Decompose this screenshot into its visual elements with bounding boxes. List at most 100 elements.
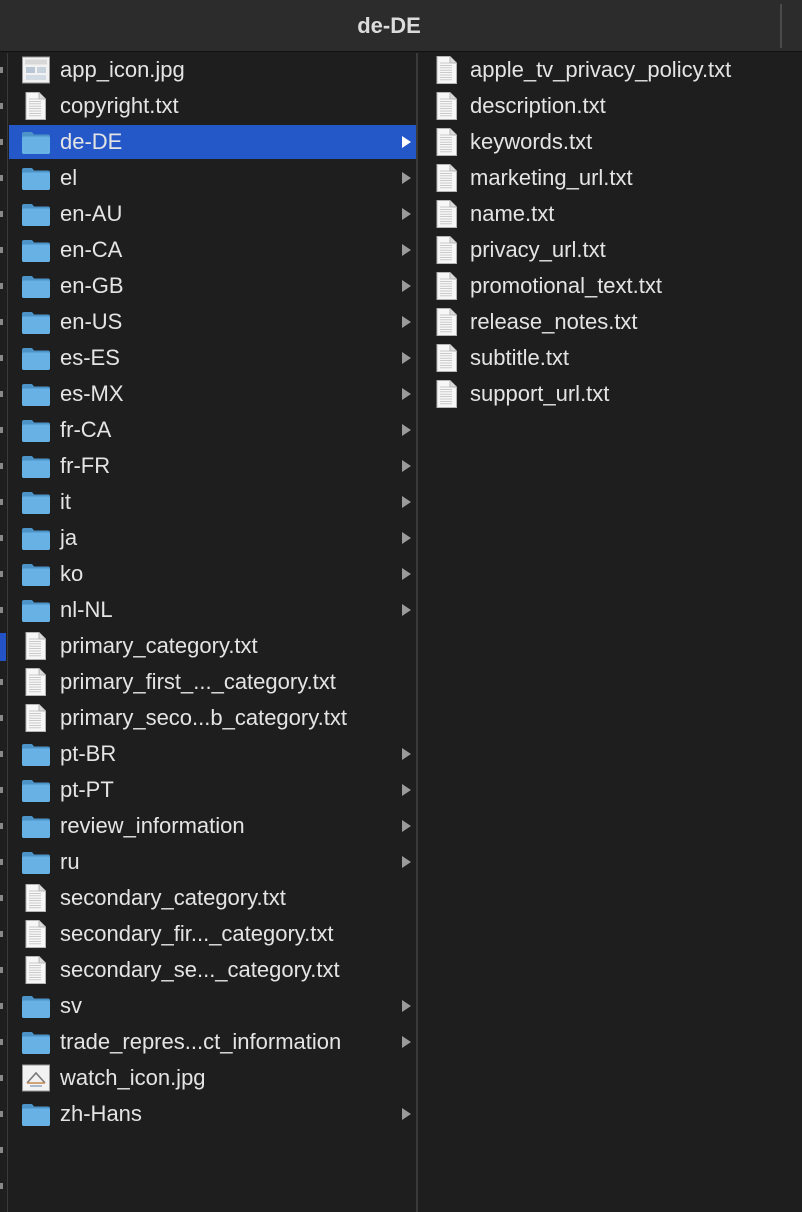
file-row[interactable]: secondary_se..._category.txt <box>9 953 416 987</box>
folder-icon <box>21 344 51 372</box>
folder-icon <box>21 992 51 1020</box>
file-row[interactable]: release_notes.txt <box>418 305 802 339</box>
file-row[interactable]: secondary_category.txt <box>9 881 416 915</box>
file-row[interactable]: keywords.txt <box>418 125 802 159</box>
folder-row[interactable]: nl-NL <box>9 593 416 627</box>
item-label: pt-BR <box>60 741 117 766</box>
file-row[interactable]: description.txt <box>418 89 802 123</box>
file-row[interactable]: marketing_url.txt <box>418 161 802 195</box>
previous-column-chevron <box>0 67 3 73</box>
chevron-right-icon <box>400 818 412 834</box>
column-browser-column-2: apple_tv_privacy_policy.txt description.t… <box>418 53 802 1212</box>
folder-row[interactable]: pt-BR <box>9 737 416 771</box>
previous-column-chevron <box>0 571 3 577</box>
item-label: secondary_se..._category.txt <box>60 957 340 982</box>
text-document-icon <box>21 632 51 660</box>
item-label: trade_repres...ct_information <box>60 1029 342 1054</box>
item-label: watch_icon.jpg <box>60 1065 206 1090</box>
folder-icon <box>21 848 51 876</box>
item-label: promotional_text.txt <box>470 273 662 298</box>
file-row[interactable]: apple_tv_privacy_policy.txt <box>418 53 802 87</box>
item-label: primary_category.txt <box>60 633 258 658</box>
chevron-right-icon <box>400 998 412 1014</box>
folder-row[interactable]: sv <box>9 989 416 1023</box>
image-thumbnail-icon <box>21 1064 51 1092</box>
item-label: sv <box>60 993 82 1018</box>
folder-row[interactable]: trade_repres...ct_information <box>9 1025 416 1059</box>
file-row[interactable]: subtitle.txt <box>418 341 802 375</box>
text-document-icon <box>21 668 51 696</box>
folder-row[interactable]: ru <box>9 845 416 879</box>
item-label: description.txt <box>470 93 606 118</box>
text-document-icon <box>432 236 462 264</box>
item-label: ja <box>60 525 78 550</box>
previous-column-edge[interactable] <box>0 53 8 1212</box>
previous-column-chevron <box>0 1003 3 1009</box>
item-label: ru <box>60 849 80 874</box>
chevron-right-icon <box>400 170 412 186</box>
folder-icon <box>21 776 51 804</box>
item-label: keywords.txt <box>470 129 593 154</box>
item-label: review_information <box>60 813 245 838</box>
folder-row[interactable]: es-MX <box>9 377 416 411</box>
chevron-right-icon <box>400 1106 412 1122</box>
item-label: ko <box>60 561 84 586</box>
folder-icon <box>21 740 51 768</box>
folder-icon <box>21 272 51 300</box>
file-row[interactable]: name.txt <box>418 197 802 231</box>
file-row[interactable]: watch_icon.jpg <box>9 1061 416 1095</box>
folder-row[interactable]: review_information <box>9 809 416 843</box>
file-row[interactable]: secondary_fir..._category.txt <box>9 917 416 951</box>
folder-row[interactable]: ko <box>9 557 416 591</box>
previous-column-chevron <box>0 931 3 937</box>
folder-row[interactable]: de-DE <box>9 125 416 159</box>
folder-row[interactable]: en-US <box>9 305 416 339</box>
previous-column-chevron <box>0 391 3 397</box>
folder-icon <box>21 1028 51 1056</box>
file-row[interactable]: copyright.txt <box>9 89 416 123</box>
item-label: fr-FR <box>60 453 111 478</box>
previous-column-chevron <box>0 103 3 109</box>
title-bar[interactable]: de-DE <box>0 0 802 52</box>
folder-row[interactable]: fr-CA <box>9 413 416 447</box>
file-row[interactable]: primary_first_..._category.txt <box>9 665 416 699</box>
item-label: primary_first_..._category.txt <box>60 669 336 694</box>
folder-row[interactable]: en-CA <box>9 233 416 267</box>
folder-row[interactable]: it <box>9 485 416 519</box>
item-label: apple_tv_privacy_policy.txt <box>470 57 732 82</box>
chevron-right-icon <box>400 314 412 330</box>
previous-column-chevron <box>0 1111 3 1117</box>
previous-column-chevron <box>0 1147 3 1153</box>
file-row[interactable]: app_icon.jpg <box>9 53 416 87</box>
file-row[interactable]: primary_category.txt <box>9 629 416 663</box>
file-row[interactable]: promotional_text.txt <box>418 269 802 303</box>
previous-column-chevron <box>0 499 3 505</box>
file-row[interactable]: privacy_url.txt <box>418 233 802 267</box>
image-thumbnail-icon <box>21 56 51 84</box>
previous-column-chevron <box>0 895 3 901</box>
folder-row[interactable]: es-ES <box>9 341 416 375</box>
file-row[interactable]: support_url.txt <box>418 377 802 411</box>
file-row[interactable]: primary_seco...b_category.txt <box>9 701 416 735</box>
item-label: el <box>60 165 78 190</box>
previous-column-chevron <box>0 463 3 469</box>
item-label: primary_seco...b_category.txt <box>60 705 347 730</box>
previous-column-selection <box>0 633 6 661</box>
folder-row[interactable]: zh-Hans <box>9 1097 416 1131</box>
folder-row[interactable]: en-GB <box>9 269 416 303</box>
folder-row[interactable]: pt-PT <box>9 773 416 807</box>
item-label: en-AU <box>60 201 123 226</box>
previous-column-chevron <box>0 1039 3 1045</box>
folder-row[interactable]: el <box>9 161 416 195</box>
folder-icon <box>21 236 51 264</box>
previous-column-chevron <box>0 787 3 793</box>
folder-row[interactable]: ja <box>9 521 416 555</box>
previous-column-chevron <box>0 535 3 541</box>
previous-column-chevron <box>0 319 3 325</box>
folder-row[interactable]: fr-FR <box>9 449 416 483</box>
folder-row[interactable]: en-AU <box>9 197 416 231</box>
previous-column-chevron <box>0 1183 3 1189</box>
previous-column-chevron <box>0 247 3 253</box>
text-document-icon <box>21 704 51 732</box>
folder-icon <box>21 200 51 228</box>
